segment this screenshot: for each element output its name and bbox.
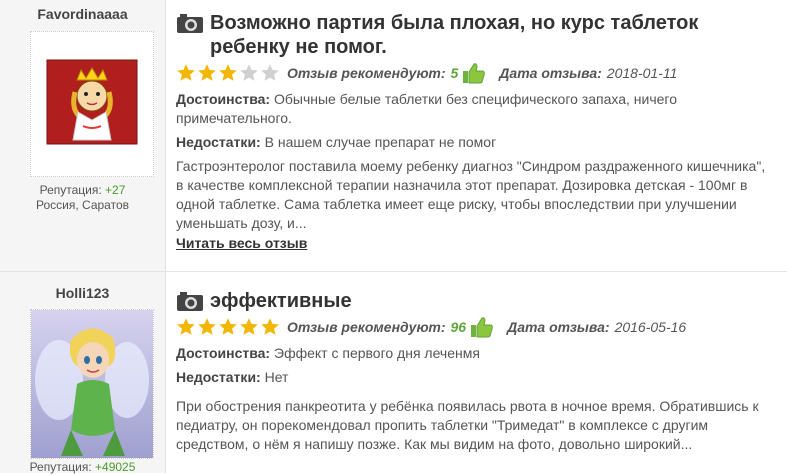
review-content: Возможно партия была плохая, но курс таб… <box>176 11 776 253</box>
date-label: Дата отзыва: <box>499 65 602 81</box>
review-title[interactable]: Возможно партия была плохая, но курс таб… <box>210 11 776 59</box>
star-filled-icon <box>261 318 279 335</box>
review-text: При обострения панкреотита у ребёнка поя… <box>176 398 759 452</box>
pros-label: Достоинства: <box>176 345 271 361</box>
date-label: Дата отзыва: <box>507 319 610 335</box>
pros-text: Достоинства: Эффект с первого дня леченм… <box>176 344 776 363</box>
cons-value: Нет <box>264 369 289 385</box>
pros-label: Достоинства: <box>176 91 271 107</box>
star-filled-icon <box>219 318 237 335</box>
recommend-count: 96 <box>450 319 467 335</box>
review-date: 2018-01-11 <box>606 65 678 81</box>
recommend-label: Отзыв рекомендуют: <box>287 319 446 335</box>
reviewer-username[interactable]: Holli123 <box>0 285 165 301</box>
reviewer-panel: Holli123 Репутация: +49025 <box>0 272 166 474</box>
reviewer-reputation: Репутация: +27 <box>0 183 165 198</box>
camera-icon <box>177 292 203 311</box>
camera-icon <box>177 14 203 33</box>
cons-label: Недостатки: <box>176 134 261 150</box>
read-full-review-link[interactable]: Читать весь отзыв <box>176 235 307 251</box>
star-filled-icon <box>177 64 195 81</box>
pros-value: Эффект с первого дня леченмя <box>274 345 480 361</box>
cons-text: Недостатки: Нет <box>176 368 776 387</box>
reviewer-panel: Favordinaaaa Репутация: +27 Россия, Сара… <box>0 0 166 271</box>
pros-text: Достоинства: Обычные белые таблетки без … <box>176 90 776 128</box>
review-card: Favordinaaaa Репутация: +27 Россия, Сара… <box>0 0 787 272</box>
reputation-label: Репутация: <box>29 460 92 474</box>
princess-avatar-image <box>46 59 138 145</box>
star-empty-icon <box>240 64 258 81</box>
reputation-label: Репутация: <box>39 183 102 197</box>
star-filled-icon <box>177 318 195 335</box>
rating-stars <box>176 317 281 337</box>
review-title[interactable]: эффективные <box>210 289 352 313</box>
star-filled-icon <box>240 318 258 335</box>
recommend-label: Отзыв рекомендуют: <box>287 65 446 81</box>
reviewer-username[interactable]: Favordinaaaa <box>0 6 165 22</box>
star-filled-icon <box>198 318 216 335</box>
recommend-count: 5 <box>450 65 459 81</box>
review-date: 2016-05-16 <box>614 319 687 335</box>
cons-label: Недостатки: <box>176 369 261 385</box>
star-empty-icon <box>261 64 279 81</box>
reputation-value: +49025 <box>95 460 136 474</box>
fairy-avatar-image <box>31 310 153 458</box>
review-card: Holli123 Репутация: +49025 эффективные О… <box>0 272 787 474</box>
thumbs-up-icon[interactable] <box>470 316 494 338</box>
cons-value: В нашем случае препарат не помог <box>264 134 497 150</box>
review-text: Гастроэнтеролог поставила моему ребенку … <box>176 158 766 231</box>
star-filled-icon <box>198 64 216 81</box>
reputation-value: +27 <box>105 183 126 197</box>
cons-text: Недостатки: В нашем случае препарат не п… <box>176 133 776 152</box>
thumbs-up-icon[interactable] <box>462 62 486 84</box>
reviewer-avatar[interactable] <box>30 31 154 177</box>
rating-stars <box>176 63 281 83</box>
reviewer-location: Россия, Саратов <box>36 198 129 212</box>
star-filled-icon <box>219 64 237 81</box>
reviewer-avatar[interactable] <box>30 309 154 459</box>
review-content: эффективные Отзыв рекомендуют: 96 Дата о… <box>176 289 776 454</box>
